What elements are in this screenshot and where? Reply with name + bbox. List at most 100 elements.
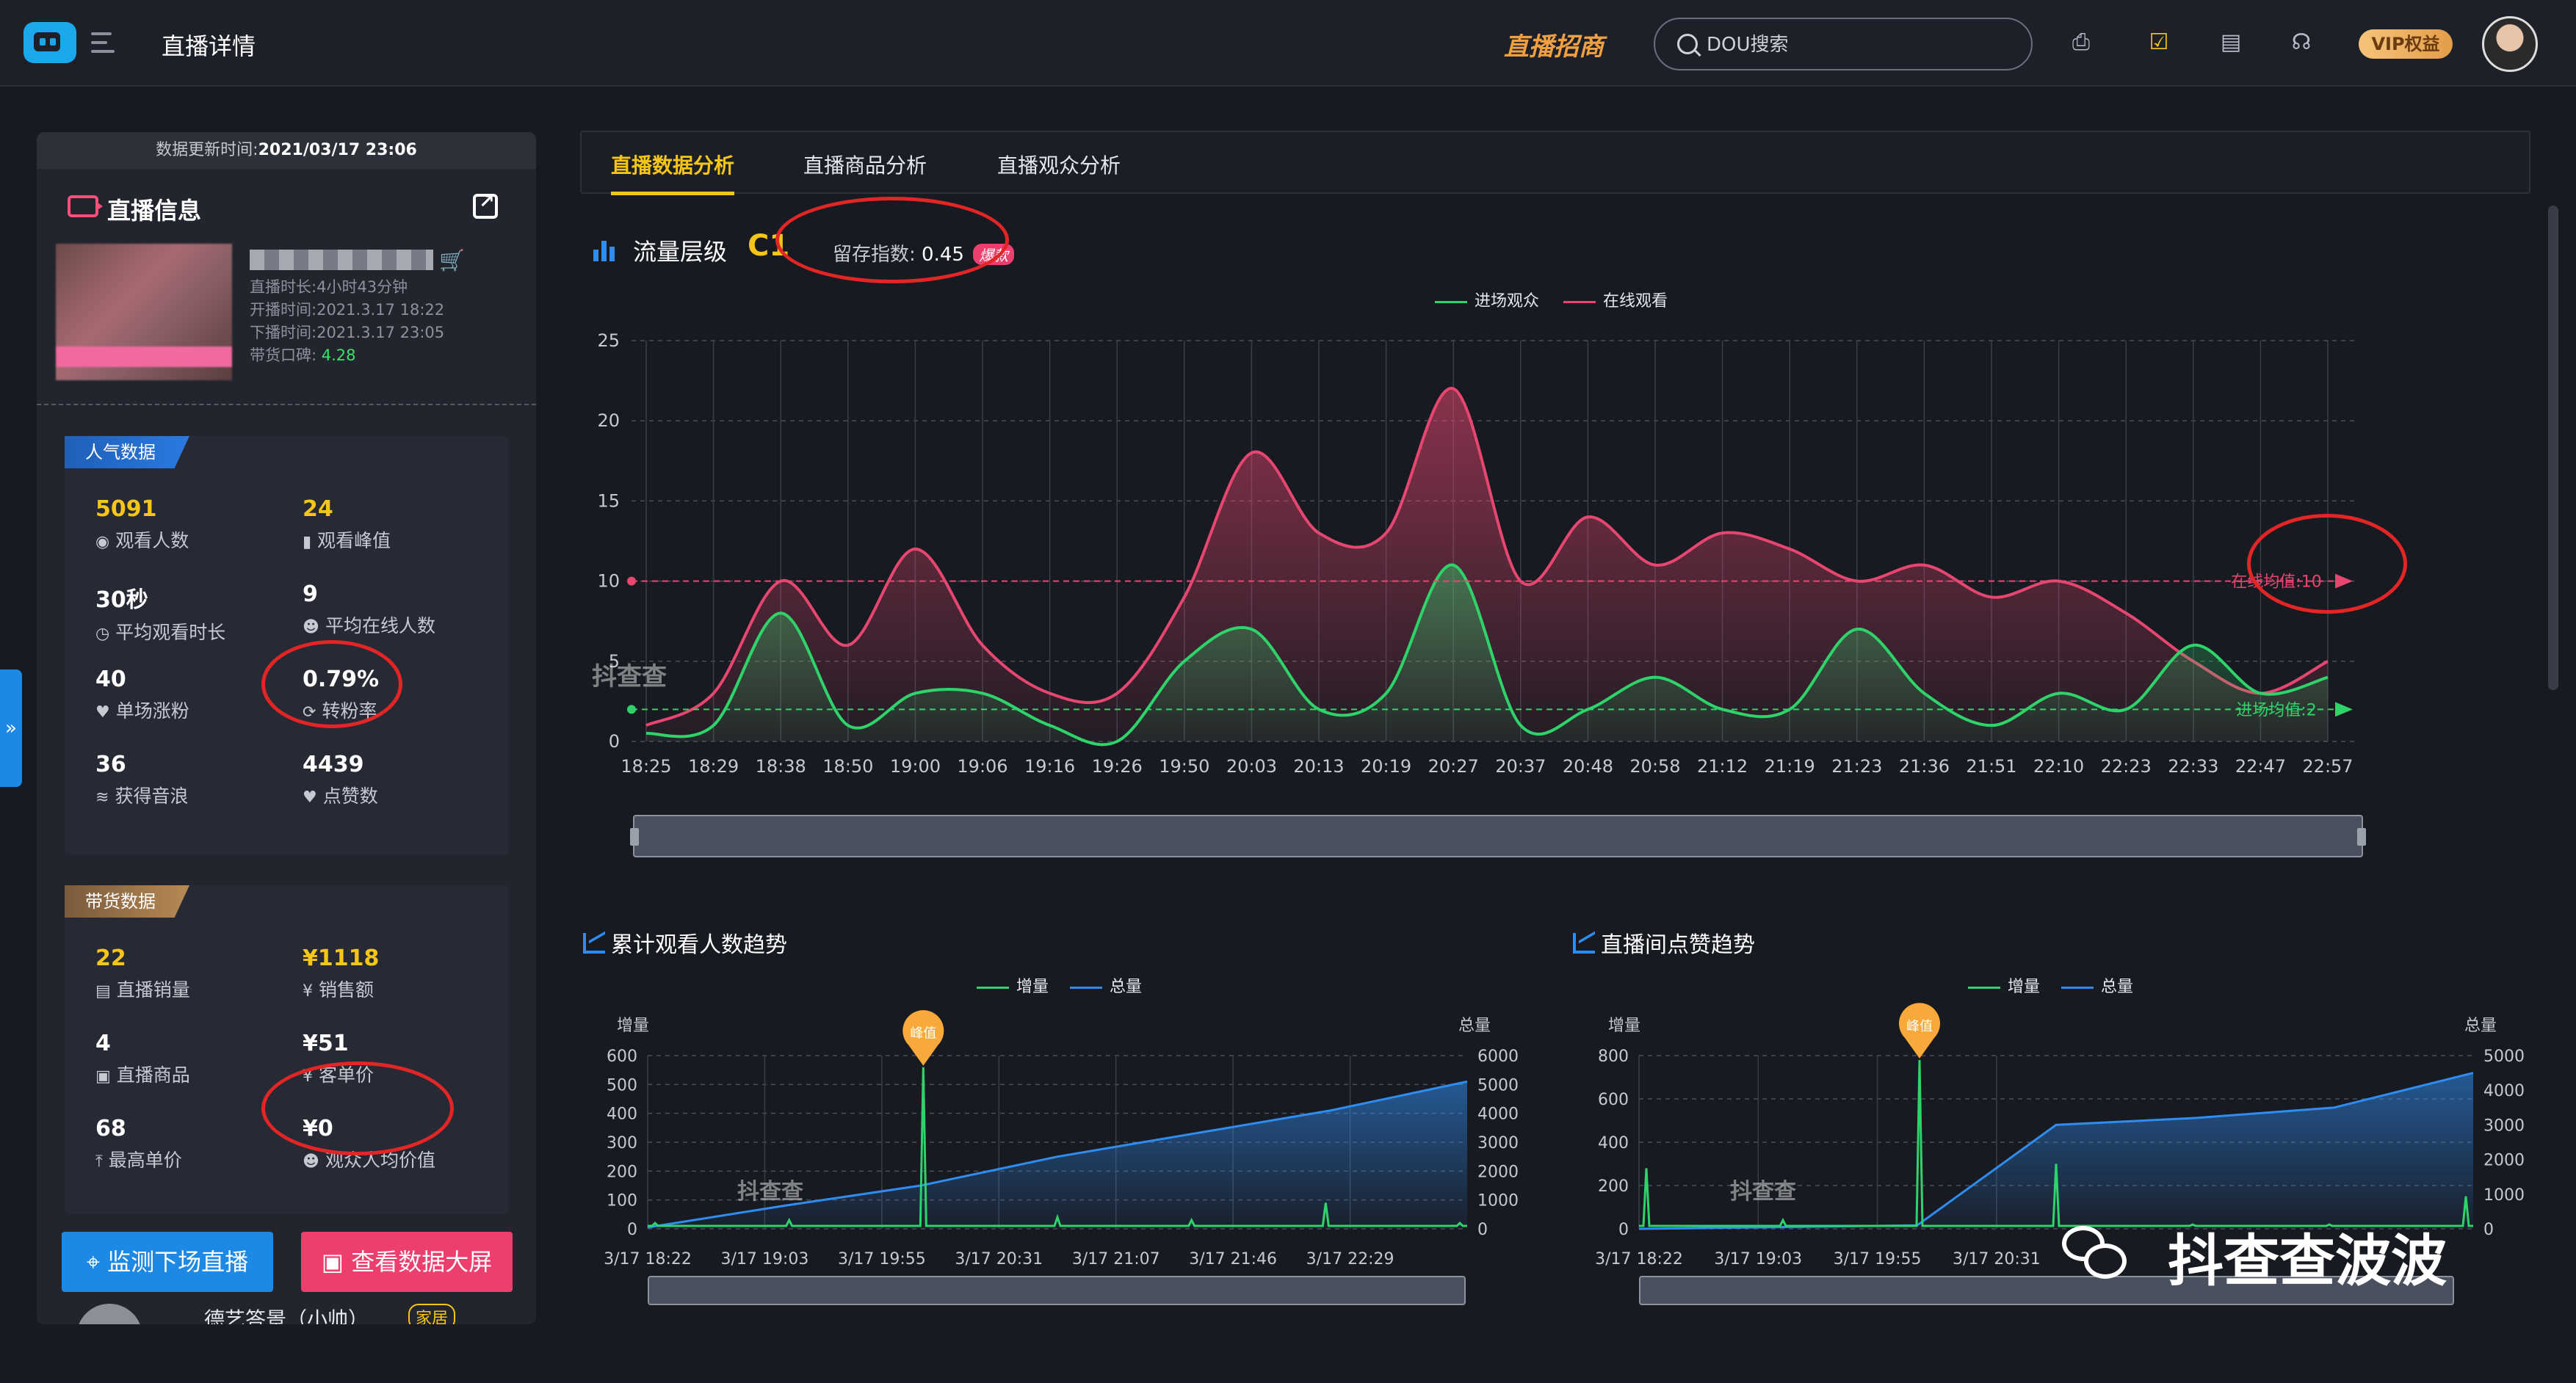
tab-product[interactable]: 直播商品分析 (803, 150, 927, 179)
x-tick-label: 18:50 (822, 756, 873, 777)
calendar-check-icon[interactable]: ☑ (2146, 29, 2172, 56)
live-business-link[interactable]: 直播招商 (1504, 26, 1604, 62)
search-icon (1677, 34, 1698, 54)
y-tick-label: 25 (597, 330, 620, 351)
streamer-row[interactable]: 德艺答景（小帅） 家居 (76, 1304, 517, 1324)
y2-tick-label: 3000 (1477, 1134, 1519, 1152)
x-tick-label: 20:27 (1428, 756, 1479, 777)
stat-user: 9 ☻ 平均在线人数 (303, 581, 508, 638)
x-tick-label: 21:51 (1966, 756, 2016, 777)
y2-tick-label: 6000 (1477, 1048, 1519, 1066)
external-link-icon[interactable] (473, 191, 498, 219)
y-axis-label: 增量 (1608, 1017, 1640, 1035)
stat-label: ◷ 平均观看时长 (95, 622, 226, 643)
live-info-panel: 数据更新时间:2021/03/17 23:06 直播信息 🛒 直播时长:4小时4… (37, 132, 536, 1324)
document-icon[interactable]: ▤ (2218, 29, 2244, 56)
y2-tick-label: 2000 (1477, 1163, 1519, 1181)
y-tick-label: 600 (1598, 1091, 1629, 1109)
x-tick-label: 21:36 (1899, 756, 1950, 777)
vip-badge[interactable]: VIP权益 (2359, 29, 2453, 59)
live-meta: 直播时长:4小时43分钟 开播时间:2021.3.17 18:22 下播时间:2… (250, 278, 445, 364)
sales-card: 带货数据 22 ▤ 直播销量 ¥1118 ¥ 销售额 4 ▣ 直播商品 ¥51 ¥ 客单价 68 ⤒ 最高单… (65, 885, 508, 1214)
x-tick-label: 3/17 21:07 (1072, 1250, 1160, 1268)
y-tick-label: 20 (597, 410, 620, 431)
annotation-circle (2247, 514, 2407, 614)
x-tick-label: 19:50 (1159, 756, 1209, 777)
printer-icon[interactable]: ⎙ (2068, 29, 2094, 56)
y2-tick-label: 5000 (1477, 1076, 1519, 1095)
expand-sidebar-icon[interactable]: » (0, 669, 22, 787)
stat-label: ≋ 获得音浪 (95, 785, 189, 807)
search-box[interactable] (1654, 18, 2033, 70)
wave-icon: ≋ (95, 788, 109, 807)
stat-wave: 36 ≋ 获得音浪 (95, 752, 301, 808)
bar-chart-icon (593, 241, 615, 261)
x-tick-label: 22:10 (2033, 756, 2084, 777)
x-tick-label: 3/17 22:29 (1306, 1250, 1394, 1268)
heart-icon: ♥ (303, 788, 317, 807)
yen-icon: ¥ (303, 982, 313, 1001)
search-input[interactable] (1707, 32, 2015, 57)
mark-line-start (627, 705, 636, 714)
divider (37, 404, 536, 405)
live-thumbnail[interactable] (56, 244, 232, 380)
y2-axis-label: 总量 (1458, 1017, 1491, 1035)
viewer-zoom-slider[interactable] (648, 1276, 1466, 1305)
y-tick-label: 10 (597, 571, 620, 592)
legend-entry-online[interactable]: 在线观看 (1563, 292, 1668, 311)
y-tick-label: 15 (597, 490, 620, 511)
streamer-avatar[interactable] (76, 1304, 142, 1324)
y2-tick-label: 1000 (1477, 1192, 1519, 1210)
peak-label: 峰值 (1906, 1019, 1933, 1034)
y2-tick-label: 2000 (2483, 1152, 2525, 1170)
x-tick-label: 18:38 (756, 756, 806, 777)
headset-icon[interactable]: ☊ (2288, 29, 2315, 56)
x-tick-label: 18:29 (688, 756, 739, 777)
x-tick-label: 19:16 (1024, 756, 1075, 777)
arrow-up-icon: ⤒ (95, 1152, 103, 1171)
monitor-next-live-button[interactable]: ⌖ 监测下场直播 (62, 1232, 273, 1292)
y-axis-label: 增量 (617, 1017, 649, 1035)
x-tick-label: 19:06 (957, 756, 1007, 777)
x-tick-label: 22:33 (2168, 756, 2218, 777)
zoom-slider[interactable] (630, 815, 2366, 857)
stat-label: ⤒ 最高单价 (95, 1150, 182, 1171)
data-screen-button[interactable]: ▣ 查看数据大屏 (301, 1232, 513, 1292)
user-icon: ☻ (303, 618, 319, 636)
stat-label: ♥ 点赞数 (303, 785, 378, 807)
legend-entry-entry[interactable]: 进场观众 (1435, 292, 1539, 311)
menu-toggle-icon[interactable] (91, 32, 122, 56)
app-logo[interactable] (23, 22, 76, 63)
y2-tick-label: 5000 (2483, 1048, 2525, 1066)
cart-icon: 🛒 (439, 248, 465, 272)
y-tick-label: 0 (609, 731, 620, 752)
main-legend: 进场观众 在线观看 (1435, 288, 1668, 311)
popularity-tag: 人气数据 (65, 436, 189, 468)
trend-icon (583, 933, 605, 954)
tab-live-data[interactable]: 直播数据分析 (611, 150, 735, 195)
user-avatar[interactable] (2482, 16, 2538, 72)
stat-value: ¥1118 (303, 945, 380, 971)
box-icon: ▣ (95, 1067, 111, 1086)
zoom-handle-left[interactable] (630, 828, 639, 846)
stat-value: 4 (95, 1031, 111, 1056)
x-tick-label: 3/17 20:31 (1953, 1250, 2041, 1268)
stat-eye: 5091 ◉ 观看人数 (95, 496, 301, 553)
heart-plus-icon: ♥ (95, 703, 110, 722)
mark-line-start (627, 576, 636, 586)
stat-value: 9 (303, 581, 318, 607)
zoom-handle-right[interactable] (2357, 828, 2366, 846)
annotation-circle (775, 197, 1009, 283)
clock-icon: ◷ (95, 625, 110, 643)
x-tick-label: 20:58 (1629, 756, 1680, 777)
x-tick-label: 3/17 19:03 (721, 1250, 809, 1268)
streamer-name[interactable]: 德艺答景（小帅） (204, 1304, 369, 1324)
peak-label: 峰值 (910, 1026, 936, 1042)
page-scrollbar[interactable] (2548, 206, 2558, 690)
like-trend-title: 直播间点赞趋势 (1573, 926, 1755, 959)
tab-audience[interactable]: 直播观众分析 (997, 150, 1121, 179)
y2-tick-label: 0 (2483, 1221, 2494, 1239)
annotation-circle (261, 1061, 454, 1155)
x-tick-label: 21:12 (1697, 756, 1748, 777)
section-title: 直播信息 (107, 197, 202, 225)
